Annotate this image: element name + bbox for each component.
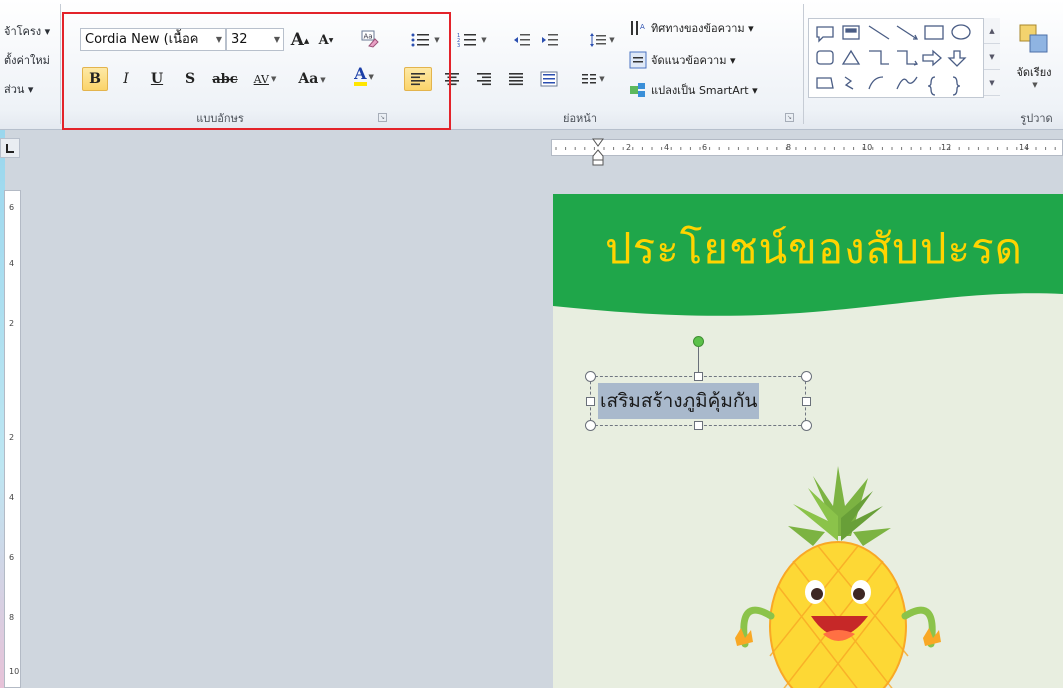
resize-handle-bottom-right[interactable] (801, 420, 812, 431)
shapes-gallery-icons (816, 24, 971, 96)
convert-smartart-button[interactable]: แปลงเป็น SmartArt ▾ (628, 78, 798, 102)
ruler-number: 2 (626, 143, 632, 152)
gallery-more-icon[interactable]: ▼ (984, 70, 1000, 96)
rotation-stem (698, 347, 699, 373)
svg-text:3: 3 (457, 43, 460, 48)
ruler-number: 6 (9, 203, 15, 212)
ruler-number: 10 (862, 143, 873, 152)
reset-button[interactable]: ตั้งค่าใหม่ (4, 51, 50, 69)
ruler-number: 4 (664, 143, 670, 152)
shapes-gallery[interactable] (808, 18, 1000, 98)
resize-handle-right[interactable] (802, 397, 811, 406)
ruler-number: 4 (9, 259, 15, 268)
align-text-icon (629, 51, 647, 69)
ruler-number: 8 (9, 613, 15, 622)
columns-icon (582, 74, 597, 84)
ruler-number: 6 (9, 553, 15, 562)
arrange-icon (1019, 24, 1048, 53)
increase-indent-button[interactable] (538, 28, 562, 52)
ruler-number: 2 (9, 433, 15, 442)
scroll-down-icon[interactable]: ▼ (984, 44, 1000, 70)
resize-handle-left[interactable] (586, 397, 595, 406)
ruler-number: 4 (9, 493, 15, 502)
horizontal-ruler[interactable]: 2 4 6 8 10 12 14 (551, 139, 1063, 156)
smartart-icon (630, 83, 645, 97)
layout-button[interactable]: จ้าโครง ▾ (4, 22, 50, 40)
line-spacing-button[interactable]: ▼ (584, 28, 620, 52)
ruler-number: 6 (702, 143, 708, 152)
svg-text:A: A (640, 23, 645, 31)
text-direction-button[interactable]: A ทิศทางของข้อความ ▾ (628, 16, 798, 40)
line-spacing-icon (590, 33, 607, 47)
justify-icon (509, 73, 523, 86)
vertical-ruler[interactable]: 6 4 2 2 4 6 8 10 (4, 190, 21, 688)
numbered-list-icon: 1 2 3 (457, 33, 477, 48)
align-right-button[interactable] (472, 67, 496, 91)
numbering-button[interactable]: 1 2 3 ▼ (452, 28, 492, 52)
columns-button[interactable]: ▼ (576, 67, 610, 91)
group-separator (803, 4, 804, 124)
textbox-text[interactable]: เสริมสร้างภูมิคุ้มกัน (598, 383, 760, 419)
left-tab-icon (6, 144, 14, 153)
ruler-number: 2 (9, 319, 15, 328)
rotation-handle[interactable] (693, 336, 704, 347)
align-right-icon (477, 73, 491, 86)
chevron-down-icon: ▼ (481, 36, 487, 44)
ribbon: จ้าโครง ▾ ตั้งค่าใหม่ ส่วน ▾ Cordia New … (0, 0, 1063, 130)
distributed-button[interactable] (536, 67, 562, 91)
chevron-down-icon: ▼ (1032, 81, 1038, 89)
resize-handle-top-right[interactable] (801, 371, 812, 382)
pineapple-illustration[interactable] (733, 466, 943, 688)
group-separator (60, 4, 61, 124)
ruler-number: 12 (941, 143, 952, 152)
paragraph-group-label: ย่อหน้า (563, 112, 597, 125)
slide-title[interactable]: ประโยชน์ของสับปะรด (605, 216, 1023, 282)
decrease-indent-icon (514, 34, 530, 46)
align-text-button[interactable]: จัดแนวข้อความ ▾ (628, 48, 798, 72)
indent-marker-icon[interactable] (592, 138, 604, 166)
decrease-indent-button[interactable] (510, 28, 534, 52)
resize-handle-top[interactable] (694, 372, 703, 381)
resize-handle-top-left[interactable] (585, 371, 596, 382)
arrange-button[interactable]: จัดเรียง ▼ (1005, 16, 1063, 96)
drawing-group-label: รูปวาด (1020, 112, 1053, 125)
text-direction-icon: A (631, 21, 645, 35)
scroll-up-icon[interactable]: ▲ (984, 18, 1000, 44)
ruler-number: 8 (786, 143, 792, 152)
ruler-number: 10 (9, 667, 20, 676)
gallery-scrollbar[interactable]: ▲ ▼ ▼ (983, 18, 1000, 98)
dialog-launcher-icon[interactable]: ↘ (785, 113, 794, 122)
font-group-highlight (62, 12, 451, 130)
distributed-icon (540, 71, 558, 87)
tab-selector[interactable] (0, 138, 20, 158)
pineapple-leaves-icon (788, 466, 891, 546)
resize-handle-bottom-left[interactable] (585, 420, 596, 431)
resize-handle-bottom[interactable] (694, 421, 703, 430)
section-button[interactable]: ส่วน ▾ (4, 80, 33, 98)
chevron-down-icon: ▼ (599, 75, 605, 83)
justify-button[interactable] (504, 67, 528, 91)
ruler-number: 14 (1019, 143, 1030, 152)
increase-indent-icon (542, 34, 558, 46)
chevron-down-icon: ▼ (609, 36, 615, 44)
